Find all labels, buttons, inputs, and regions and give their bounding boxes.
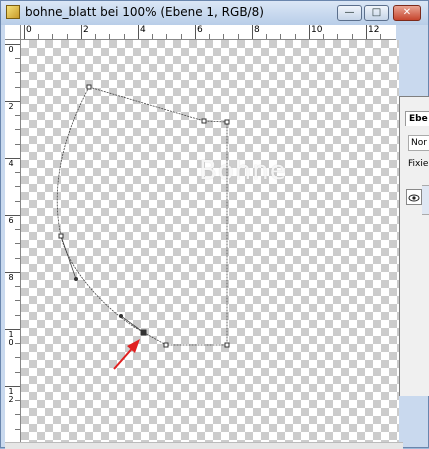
ruler-label: 4 <box>140 25 146 35</box>
close-button[interactable]: ✕ <box>393 5 421 21</box>
direction-line <box>120 315 144 333</box>
direction-handle[interactable] <box>119 314 123 318</box>
document-icon <box>6 5 20 19</box>
ruler-label: 0 <box>26 25 32 35</box>
ruler-label: 2 <box>83 25 89 35</box>
lock-label: Fixier <box>408 159 429 169</box>
vertical-ruler[interactable]: 0 2 4 6 8 10 12 <box>5 40 21 442</box>
leaf-path[interactable] <box>56 86 228 346</box>
maximize-button[interactable]: □ <box>364 5 389 21</box>
red-arrow-icon <box>113 339 140 370</box>
ruler-label: 6 <box>197 25 203 35</box>
ruler-label: 4 <box>8 159 14 168</box>
anchor-point[interactable] <box>163 342 169 348</box>
document-canvas[interactable]: Bohne <box>21 40 399 442</box>
anchor-point[interactable] <box>86 84 92 90</box>
anchor-point[interactable] <box>58 233 64 239</box>
ruler-label: 12 <box>368 25 380 35</box>
anchor-point[interactable] <box>224 342 230 348</box>
title-bar[interactable]: bohne_blatt bei 100% (Ebene 1, RGB/8) — … <box>1 1 428 25</box>
anchor-point[interactable] <box>201 118 207 124</box>
ruler-label: 12 <box>8 387 14 404</box>
ruler-label: 2 <box>8 102 14 111</box>
horizontal-ruler[interactable]: 0 2 4 6 8 10 12 <box>21 25 396 40</box>
path-overlay[interactable] <box>21 40 399 442</box>
blend-mode-select[interactable]: Nor <box>408 135 429 151</box>
anchor-point[interactable] <box>224 119 230 125</box>
ruler-label: 8 <box>254 25 260 35</box>
layers-panel: Ebe Nor Fixier <box>399 96 429 396</box>
tab-layers[interactable]: Ebe <box>405 111 429 126</box>
document-window: bohne_blatt bei 100% (Ebene 1, RGB/8) — … <box>0 0 429 449</box>
selected-anchor-point[interactable] <box>140 329 147 336</box>
window-title: bohne_blatt bei 100% (Ebene 1, RGB/8) <box>25 5 264 19</box>
ruler-label: 6 <box>8 216 14 225</box>
direction-handle[interactable] <box>74 277 78 281</box>
ruler-label: 0 <box>8 45 14 54</box>
ruler-label: 10 <box>8 330 14 347</box>
minimize-button[interactable]: — <box>337 5 362 21</box>
direction-line <box>60 235 77 280</box>
ruler-label: 8 <box>8 273 14 282</box>
ruler-origin[interactable] <box>5 25 21 40</box>
eye-icon[interactable] <box>406 189 422 205</box>
layer-row[interactable] <box>422 185 429 215</box>
ruler-label: 10 <box>311 25 323 35</box>
